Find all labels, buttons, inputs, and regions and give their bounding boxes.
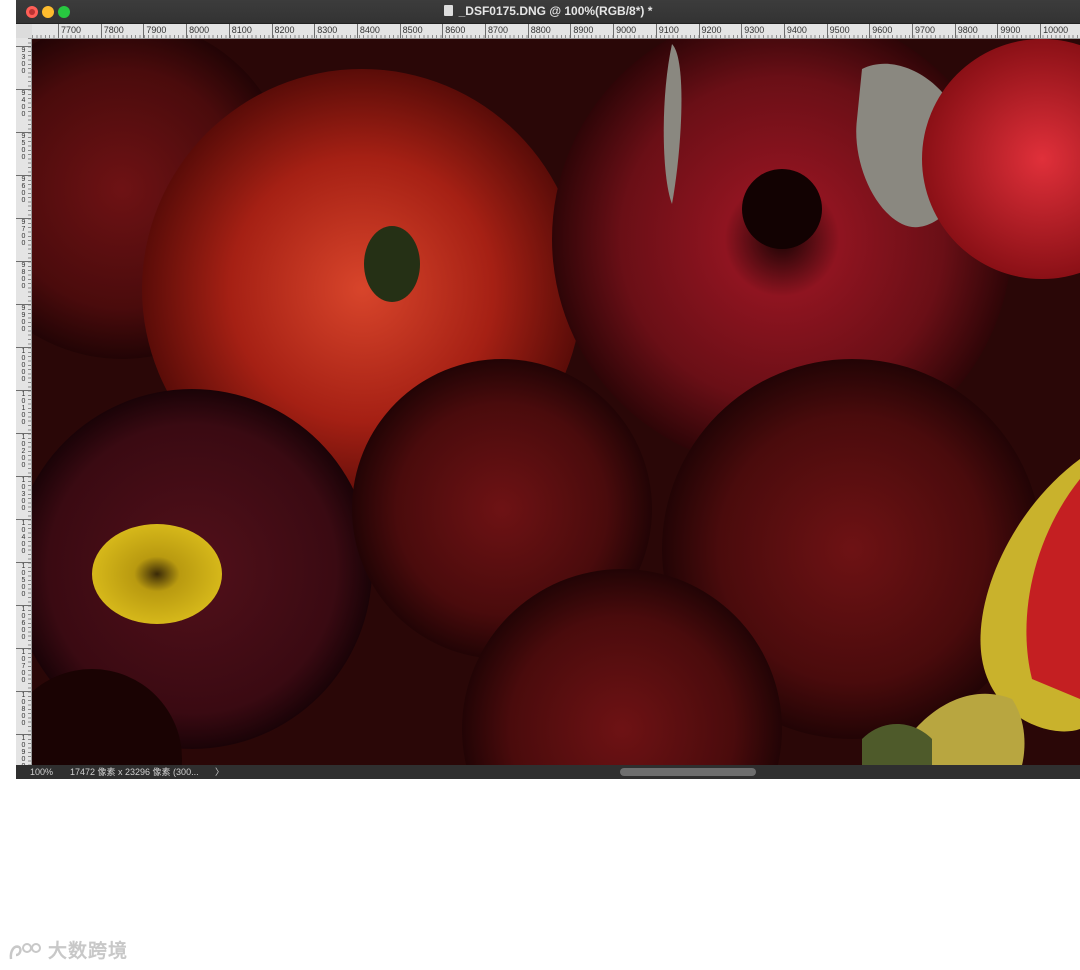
ruler-h-label: 8700 [485,24,508,38]
window-title: _DSF0175.DNG @ 100%(RGB/8*) * [458,4,653,18]
ruler-v-label: 10000 [16,347,31,383]
ruler-v-label: 9400 [16,89,31,118]
image-canvas[interactable] [32,39,1080,765]
ruler-v-label: 10200 [16,433,31,469]
vertical-ruler[interactable]: 9300 9400 9500 9600 9700 9800 9900 10000 10100 10… [16,38,32,770]
watermark-logo-icon [9,942,41,960]
status-menu-arrow[interactable]: 〉 [215,765,224,779]
ruler-h-label: 8400 [356,24,380,38]
ruler-v-label: 9900 [16,304,31,333]
ruler-h-label: 9200 [698,24,722,38]
ruler-h-label: 8500 [399,24,423,38]
ruler-h-label: 8200 [271,24,295,38]
ruler-h-label: 9500 [826,24,850,38]
ruler-h-label: 9900 [997,24,1020,38]
ruler-v-label: 9700 [16,218,31,247]
ruler-h-label: 9800 [954,24,978,38]
ruler-h-label: 9300 [741,24,764,38]
photoshop-document-window: _DSF0175.DNG @ 100%(RGB/8*) * 7700 7800 79… [16,0,1080,779]
document-icon [443,5,453,16]
ruler-h-label: 8000 [186,24,209,38]
ruler-h-label: 9400 [783,24,807,38]
ruler-h-label: 9100 [655,24,679,38]
ruler-h-label: 9700 [912,24,935,38]
title-bar[interactable]: _DSF0175.DNG @ 100%(RGB/8*) * [16,0,1080,24]
ruler-h-label: 9000 [613,24,636,38]
horizontal-scrollbar[interactable] [620,768,756,776]
ruler-h-label: 10000 [1040,24,1068,38]
ruler-h-label: 8800 [527,24,551,38]
ruler-h-label: 8100 [228,24,252,38]
ruler-v-label: 10500 [16,562,31,598]
ruler-origin[interactable] [16,24,33,39]
flower-photo [32,39,1080,765]
ruler-h-label: 8600 [442,24,465,38]
ruler-v-label: 9800 [16,261,31,290]
ruler-v-label: 10700 [16,648,31,684]
ruler-v-label: 10300 [16,476,31,512]
ruler-h-label: 7800 [100,24,124,38]
ruler-v-label: 10800 [16,691,31,727]
watermark: 大数跨境 [8,936,128,963]
ruler-h-label: 8300 [314,24,337,38]
watermark-text: 大数跨境 [48,941,129,962]
ruler-h-label: 9600 [869,24,892,38]
ruler-h-label: 7900 [143,24,166,38]
ruler-v-label: 9600 [16,175,31,204]
window-title-wrap: _DSF0175.DNG @ 100%(RGB/8*) * [16,4,1080,18]
ruler-v-label: 9300 [16,46,31,75]
status-bar: 100% 17472 像素 x 23296 像素 (300... 〉 [16,765,1080,779]
ruler-v-label: 10100 [16,390,31,426]
ruler-v-label: 10600 [16,605,31,641]
ruler-v-label: 9500 [16,132,31,161]
horizontal-ruler[interactable]: 7700 7800 7900 8000 8100 8200 8300 8400 8500 8600… [32,24,1080,39]
ruler-v-label: 10400 [16,519,31,555]
ruler-h-label: 8900 [570,24,593,38]
document-info: 17472 像素 x 23296 像素 (300... [70,767,199,777]
zoom-level[interactable]: 100% [30,765,53,779]
ruler-h-label: 7700 [58,24,81,38]
